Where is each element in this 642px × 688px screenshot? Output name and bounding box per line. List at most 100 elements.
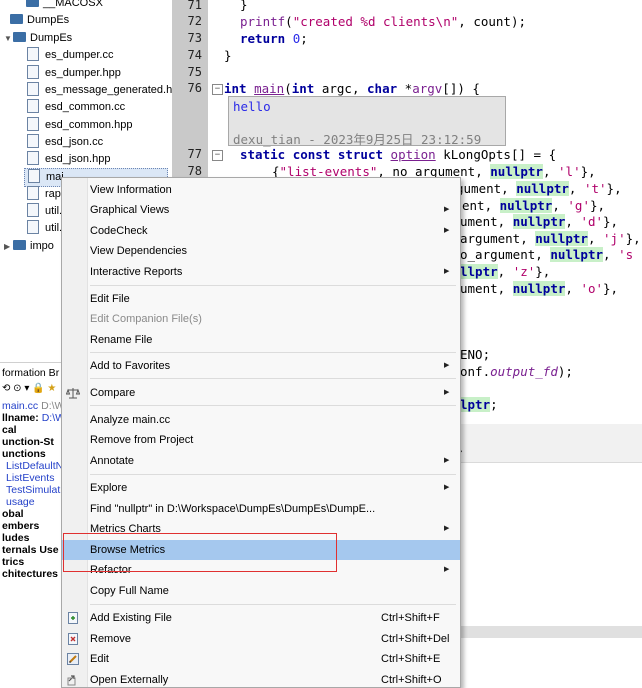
submenu-arrow-icon: ▶ (444, 389, 450, 396)
menu-item-open-externally[interactable]: Open Externally Ctrl+Shift+O (62, 670, 460, 687)
menu-item-add-to-favorites[interactable]: Add to Favorites ▶ (62, 356, 460, 376)
info-section-metrics[interactable]: trics (2, 556, 24, 568)
star-icon[interactable]: ★ (47, 383, 56, 394)
chevron-down-icon[interactable]: ▼ (4, 30, 13, 47)
file-icon (27, 186, 39, 201)
menu-item-explore[interactable]: Explore ▶ (62, 478, 460, 498)
menu-item-view-information[interactable]: View Information (62, 180, 460, 200)
menu-item-refactor[interactable]: Refactor ▶ (62, 560, 460, 580)
line-number: 72 (187, 14, 202, 28)
code-line-74: } (224, 48, 232, 63)
menu-separator (90, 378, 456, 379)
menu-item-remove[interactable]: Remove Ctrl+Shift+Del (62, 629, 460, 649)
tree-item-esd-json-cc[interactable]: esd_json.cc (27, 134, 103, 151)
tree-item-es-dumper-hpp[interactable]: es_dumper.hpp (27, 65, 121, 82)
menu-item-add-existing-file[interactable]: Add Existing File Ctrl+Shift+F (62, 608, 460, 628)
menu-item-compare[interactable]: Compare ▶ (62, 383, 460, 403)
info-section-local[interactable]: cal (2, 424, 17, 436)
menu-item-view-dependencies[interactable]: View Dependencies (62, 241, 460, 261)
code-line-71: } (240, 0, 248, 12)
menu-separator (90, 604, 456, 605)
menu-item-annotate[interactable]: Annotate ▶ (62, 451, 460, 471)
menu-item-rename-file[interactable]: Rename File (62, 330, 460, 350)
menu-item-codecheck[interactable]: CodeCheck ▶ (62, 221, 460, 241)
code-line-72: printf("created %d clients\n", count); (240, 14, 526, 29)
tree-item-dumpes-folder[interactable]: ▼ DumpEs (4, 30, 72, 47)
info-section-functions[interactable]: unctions (2, 448, 46, 460)
line-number: 71 (187, 0, 202, 12)
menu-item-metrics-charts[interactable]: Metrics Charts ▶ (62, 519, 460, 539)
menu-separator (90, 474, 456, 475)
menu-separator (90, 405, 456, 406)
tree-item-esd-common-hpp[interactable]: esd_common.hpp (27, 117, 132, 134)
tree-item-imports[interactable]: ▶ impo (4, 238, 54, 255)
code-fragment: lptr; (460, 397, 498, 412)
menu-item-edit[interactable]: Edit Ctrl+Shift+E (62, 649, 460, 669)
file-icon (27, 203, 39, 218)
info-function-test-simulate[interactable]: TestSimulat (6, 484, 60, 496)
chevron-right-icon[interactable]: ▶ (4, 238, 13, 255)
tree-item-label: DumpEs (27, 14, 70, 26)
file-icon (27, 134, 39, 149)
tree-item-rapid[interactable]: rapi (27, 186, 63, 203)
menu-item-edit-file[interactable]: Edit File (62, 289, 460, 309)
folder-icon (26, 0, 39, 8)
tree-item-es-message-generated[interactable]: es_message_generated.h (27, 82, 172, 99)
info-section-architectures[interactable]: chitectures (2, 568, 58, 580)
info-toolbar: ⟲ ⊙ ▾ 🔒 ★ (2, 383, 56, 395)
info-panel-title: formation Br (2, 367, 60, 379)
submenu-arrow-icon: ▶ (444, 206, 450, 213)
submenu-arrow-icon: ▶ (444, 362, 450, 369)
menu-item-browse-metrics[interactable]: Browse Metrics (62, 540, 460, 560)
tree-item-dumpes-root[interactable]: DumpEs (10, 12, 69, 29)
file-icon (27, 65, 39, 80)
code-fragment: ENO; (460, 347, 491, 362)
file-icon (27, 220, 39, 235)
info-section-externals-used[interactable]: ternals Use (2, 544, 59, 556)
info-function-usage[interactable]: usage (6, 496, 35, 508)
menu-shortcut: Ctrl+Shift+Del (381, 633, 450, 645)
info-section-members[interactable]: embers (2, 520, 39, 532)
fold-toggle-icon[interactable]: − (212, 150, 223, 161)
edit-pencil-icon (67, 653, 79, 665)
menu-item-copy-full-name[interactable]: Copy Full Name (62, 581, 460, 601)
info-file-row: main.cc D:\W (2, 400, 64, 412)
menu-item-find-nullptr[interactable]: Find "nullptr" in D:\Workspace\DumpEs\Du… (62, 499, 460, 519)
history-icon[interactable]: ⟲ (2, 383, 10, 394)
tree-item-label: es_dumper.hpp (45, 67, 121, 79)
tree-item-esd-json-hpp[interactable]: esd_json.hpp (27, 151, 110, 168)
info-file-link[interactable]: main.cc (2, 400, 38, 412)
info-section-function-static[interactable]: unction-St (2, 436, 54, 448)
submenu-arrow-icon: ▶ (444, 457, 450, 464)
annotation-text: hello (233, 99, 271, 114)
submenu-arrow-icon: ▶ (444, 484, 450, 491)
line-number: 78 (187, 164, 202, 178)
file-icon (27, 47, 39, 62)
info-section-includes[interactable]: ludes (2, 532, 29, 544)
fold-toggle-icon[interactable]: − (212, 84, 223, 95)
line-number: 76 (187, 81, 202, 95)
info-fullname-label: llname: (2, 412, 39, 424)
annotation-note[interactable]: hello dexu_tian - 2023年9月25日 23:12:59 (228, 96, 506, 147)
menu-item-interactive-reports[interactable]: Interactive Reports ▶ (62, 262, 460, 282)
menu-item-analyze-main-cc[interactable]: Analyze main.cc (62, 410, 460, 430)
annotation-meta: dexu_tian - 2023年9月25日 23:12:59 (233, 132, 482, 147)
tree-item-label: es_message_generated.h (45, 84, 172, 96)
menu-item-remove-from-project[interactable]: Remove from Project (62, 430, 460, 450)
tree-item-es-dumper-cc[interactable]: es_dumper.cc (27, 47, 113, 64)
external-link-icon (67, 675, 76, 686)
info-section-global[interactable]: obal (2, 508, 24, 520)
info-function-list-events[interactable]: ListEvents (6, 472, 54, 484)
dropdown-icon[interactable]: ▾ (24, 383, 29, 394)
menu-item-edit-companion-files: Edit Companion File(s) (90, 313, 202, 325)
tree-item-esd-common-cc[interactable]: esd_common.cc (27, 99, 125, 116)
menu-item-graphical-views[interactable]: Graphical Views ▶ (62, 200, 460, 220)
tree-item-label: impo (30, 240, 54, 252)
sync-icon[interactable]: ⊙ (13, 383, 21, 394)
context-menu: View Information Graphical Views ▶ CodeCh… (61, 177, 461, 688)
lock-icon[interactable]: 🔒 (32, 383, 44, 394)
submenu-arrow-icon: ▶ (444, 566, 450, 573)
info-function-list-default[interactable]: ListDefaultN (6, 460, 63, 472)
tree-item-macosx[interactable]: __MACOSX (26, 0, 103, 12)
code-fragment: ument, nullptr, 'd'}, (460, 214, 619, 229)
